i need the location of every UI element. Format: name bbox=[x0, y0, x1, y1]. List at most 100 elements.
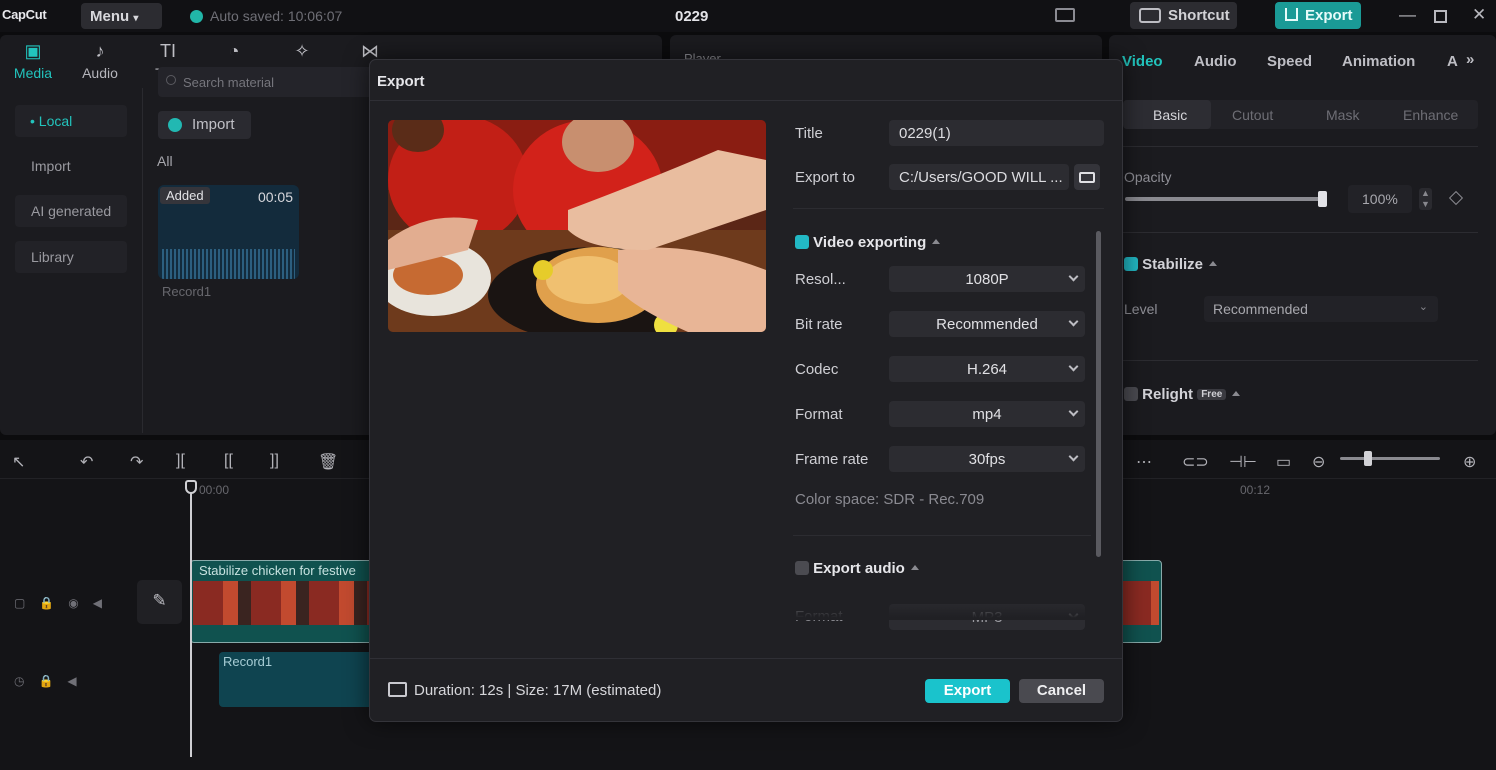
chevron-right-icon[interactable]: » bbox=[1466, 51, 1474, 68]
divider bbox=[793, 208, 1104, 209]
opacity-input[interactable]: 100% bbox=[1348, 185, 1412, 213]
scroll-fade bbox=[780, 598, 1090, 620]
sidebar-item-library[interactable]: Library bbox=[15, 241, 127, 273]
relight-toggle[interactable]: Relight Free bbox=[1124, 386, 1241, 403]
search-placeholder: Search material bbox=[183, 75, 275, 90]
dialog-header: Export bbox=[370, 60, 1122, 101]
minimize-icon[interactable]: — bbox=[1399, 5, 1416, 25]
opacity-label: Opacity bbox=[1124, 169, 1172, 185]
select-cursor-icon[interactable]: ↖ bbox=[12, 452, 25, 472]
undo-icon[interactable]: ↶ bbox=[80, 452, 93, 472]
media-item-thumbnail[interactable]: Added 00:05 bbox=[158, 185, 299, 279]
sidebar-item-ai-generated[interactable]: AI generated bbox=[15, 195, 127, 227]
tab-animation[interactable]: Animation bbox=[1342, 53, 1415, 70]
folder-icon bbox=[1079, 172, 1095, 183]
title-label: Title bbox=[795, 125, 823, 142]
search-input[interactable]: Search material bbox=[158, 67, 373, 97]
zoom-slider-knob[interactable] bbox=[1364, 451, 1372, 466]
toolbar-tab-media[interactable]: ▣ Media bbox=[3, 41, 63, 81]
subtab-enhance[interactable]: Enhance bbox=[1403, 107, 1458, 123]
export-audio-toggle[interactable]: Export audio bbox=[795, 560, 919, 577]
codec-value: H.264 bbox=[966, 361, 1008, 378]
title-input[interactable]: 0229(1) bbox=[889, 120, 1104, 146]
tab-audio[interactable]: Audio bbox=[1194, 53, 1237, 70]
trim-left-icon[interactable]: [[ bbox=[224, 452, 233, 470]
playhead[interactable] bbox=[190, 482, 192, 757]
film-icon bbox=[388, 682, 407, 697]
tab-speed[interactable]: Speed bbox=[1267, 53, 1312, 70]
duration-size-info: Duration: 12s | Size: 17M (estimated) bbox=[388, 682, 661, 699]
stabilize-toggle[interactable]: Stabilize bbox=[1124, 256, 1218, 273]
autosave-status: Auto saved: 10:06:07 bbox=[190, 8, 342, 24]
zoom-out-icon[interactable]: ⊖ bbox=[1312, 452, 1325, 472]
split-icon[interactable]: ][ bbox=[176, 452, 185, 470]
subtab-basic[interactable]: Basic bbox=[1123, 100, 1211, 129]
frame-rate-select[interactable]: 30fps bbox=[889, 446, 1085, 472]
chevron-down-icon bbox=[1068, 406, 1079, 417]
dialog-title: Export bbox=[377, 73, 425, 90]
audio-clip[interactable]: Record1 bbox=[219, 652, 379, 707]
trim-right-icon[interactable]: ]] bbox=[270, 452, 279, 470]
capcut-logo: CapCut bbox=[2, 7, 47, 22]
opacity-stepper[interactable]: ▲ ▼ bbox=[1419, 188, 1432, 210]
chevron-down-icon bbox=[1068, 451, 1079, 462]
tab-video[interactable]: Video bbox=[1122, 53, 1163, 70]
maximize-icon[interactable] bbox=[1434, 10, 1447, 23]
caret-up-icon bbox=[910, 565, 919, 570]
delete-icon[interactable]: 🗑 bbox=[318, 452, 338, 472]
media-item-name: Record1 bbox=[162, 284, 212, 299]
export-path-input[interactable]: C:/Users/GOOD WILL ... bbox=[889, 164, 1069, 190]
dialog-scrollbar[interactable] bbox=[1096, 231, 1101, 557]
shortcut-button[interactable]: Shortcut bbox=[1130, 2, 1237, 29]
chevron-down-icon: ⌄ bbox=[1418, 301, 1428, 313]
export-button[interactable]: Export bbox=[925, 679, 1010, 703]
preview-icon[interactable]: ▭ bbox=[1276, 452, 1291, 472]
caret-up-icon bbox=[932, 239, 941, 244]
preview-scene bbox=[388, 120, 766, 332]
resol-select[interactable]: 1080P bbox=[889, 266, 1085, 292]
resol-label: Resol... bbox=[795, 271, 846, 288]
playhead-handle[interactable] bbox=[185, 480, 197, 494]
export-top-button[interactable]: Export bbox=[1275, 2, 1361, 29]
sidebar-item-import[interactable]: Import bbox=[15, 150, 127, 182]
zoom-in-icon[interactable]: ⊕ bbox=[1463, 452, 1476, 472]
free-badge: Free bbox=[1197, 389, 1227, 400]
checkbox-unchecked-icon bbox=[1124, 387, 1138, 401]
align-icon[interactable]: ⊣⊢ bbox=[1229, 452, 1257, 472]
toolbar-tab-audio[interactable]: ♪ Audio bbox=[70, 41, 130, 81]
menu-button[interactable]: Menu ▾ bbox=[81, 3, 162, 29]
level-label: Level bbox=[1124, 301, 1158, 317]
format-select[interactable]: mp4 bbox=[889, 401, 1085, 427]
link-icon[interactable]: ⊂⊃ bbox=[1182, 452, 1209, 472]
layout-icon[interactable] bbox=[1055, 8, 1075, 22]
zoom-slider[interactable] bbox=[1340, 457, 1440, 460]
tab-more[interactable]: A bbox=[1447, 53, 1458, 70]
close-icon[interactable]: ✕ bbox=[1472, 5, 1486, 25]
level-select[interactable]: Recommended ⌄ bbox=[1204, 296, 1438, 322]
codec-select[interactable]: H.264 bbox=[889, 356, 1085, 382]
folder-browse-button[interactable] bbox=[1074, 164, 1100, 190]
bit-rate-select[interactable]: Recommended bbox=[889, 311, 1085, 337]
divider bbox=[1123, 146, 1478, 147]
subtab-mask[interactable]: Mask bbox=[1326, 107, 1359, 123]
cancel-button[interactable]: Cancel bbox=[1019, 679, 1104, 703]
subtab-cutout[interactable]: Cutout bbox=[1232, 107, 1273, 123]
video-track-controls[interactable]: ▢🔒◉◀ bbox=[14, 596, 116, 610]
import-button[interactable]: Import bbox=[158, 111, 251, 139]
snap-icon[interactable]: ⋯ bbox=[1136, 452, 1152, 472]
video-exporting-toggle[interactable]: Video exporting bbox=[795, 234, 941, 251]
all-filter-label[interactable]: All bbox=[157, 153, 173, 169]
opacity-slider-knob[interactable] bbox=[1318, 191, 1327, 207]
keyboard-icon bbox=[1139, 8, 1161, 23]
redo-icon[interactable]: ↷ bbox=[130, 452, 143, 472]
opacity-slider[interactable] bbox=[1125, 197, 1323, 201]
sidebar-item-local[interactable]: • Local bbox=[15, 105, 127, 137]
divider bbox=[370, 658, 1122, 659]
export-top-label: Export bbox=[1305, 7, 1353, 24]
edit-cover-icon[interactable]: ✎ bbox=[137, 580, 182, 624]
audio-icon: ♪ bbox=[95, 41, 105, 61]
plus-icon bbox=[168, 118, 182, 132]
audio-track-controls[interactable]: ◷🔒◀ bbox=[14, 674, 91, 688]
added-badge: Added bbox=[160, 187, 210, 204]
text-icon: TI bbox=[160, 41, 176, 61]
